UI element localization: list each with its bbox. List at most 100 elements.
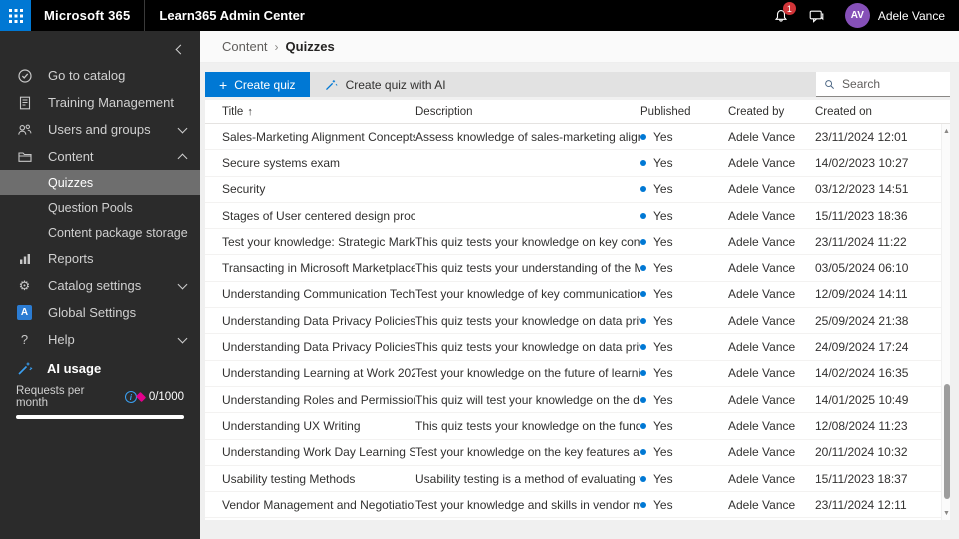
breadcrumb-content[interactable]: Content [222,39,268,54]
table-row[interactable]: Sales-Marketing Alignment Concepts Asses… [205,124,941,151]
created-on: 25/09/2024 21:38 [815,313,909,328]
created-by: Adele Vance [728,208,796,223]
published-status: Yes [640,287,728,301]
sidebar-item-help[interactable]: ? Help [0,326,200,353]
created-by: Adele Vance [728,445,796,460]
quiz-title: Sales-Marketing Alignment Concepts [222,129,415,144]
folder-icon [16,148,33,165]
published-status: Yes [640,182,728,196]
chat-icon [809,10,824,23]
created-by: Adele Vance [728,129,796,144]
created-by: Adele Vance [728,182,796,197]
column-header-created-on[interactable]: Created on [815,106,950,118]
chevron-down-icon [177,279,188,289]
quiz-description: This quiz tests your knowledge on data p… [415,340,640,355]
sidebar-item-question-pools[interactable]: Question Pools [0,195,200,220]
published-dot-icon [640,159,646,166]
published-status: Yes [640,235,728,249]
magic-wand-icon [16,360,33,377]
sidebar-item-users-and-groups[interactable]: Users and groups [0,116,200,143]
table-row[interactable]: Understanding Communication Techniques T… [205,282,941,309]
quiz-title: Stages of User centered design process [222,208,415,223]
app-launcher-button[interactable] [0,0,31,31]
published-status: Yes [640,498,728,512]
quiz-description: Test your knowledge of key communication… [415,287,640,302]
published-dot-icon [640,133,646,140]
table-row[interactable]: Secure systems exam Yes Adele Vance 14/0… [205,150,941,177]
table-row[interactable]: Vendor Management and Negotiation Skil..… [205,492,941,519]
feedback-button[interactable] [799,0,835,31]
published-status: Yes [640,340,728,354]
published-dot-icon [640,370,646,377]
created-on: 23/11/2024 12:11 [815,497,907,512]
create-quiz-with-ai-button[interactable]: Create quiz with AI [310,72,460,97]
published-dot-icon [640,422,646,429]
column-header-description[interactable]: Description [415,106,640,118]
quiz-title: Understanding Roles and Permissions in P… [222,392,415,407]
published-dot-icon [640,291,646,298]
table-header: Title ↑ Description Published Created by … [205,100,950,124]
sidebar-nav: Go to catalog Training Management Users … [0,31,200,539]
vertical-scrollbar[interactable]: ▲ ▼ [941,124,950,520]
created-on: 12/09/2024 14:11 [815,287,908,302]
created-on: 24/09/2024 17:24 [815,340,909,355]
created-on: 12/08/2024 11:23 [815,418,908,433]
quiz-title: Test your knowledge: Strategic Marketing… [222,234,415,249]
sidebar-item-catalog-settings[interactable]: ⚙ Catalog settings [0,272,200,299]
table-row[interactable]: Security Yes Adele Vance 03/12/2023 14:5… [205,177,941,203]
quiz-description: This quiz tests your knowledge on the fu… [415,418,640,433]
account-menu[interactable]: AV Adele Vance [835,3,959,28]
sidebar-item-content-package-storage[interactable]: Content package storage [0,220,200,245]
sidebar-item-training-management[interactable]: Training Management [0,89,200,116]
published-status: Yes [640,445,728,459]
usage-progress-bar [16,415,184,419]
column-header-title[interactable]: Title ↑ [205,106,415,118]
table-body: Sales-Marketing Alignment Concepts Asses… [205,124,941,520]
search-box[interactable] [816,72,950,97]
create-quiz-button[interactable]: + Create quiz [205,72,310,97]
scroll-down-arrow-icon[interactable]: ▼ [942,508,950,518]
scrollbar-thumb[interactable] [943,384,950,499]
created-by: Adele Vance [728,313,796,328]
table-row[interactable]: Understanding Data Privacy Policies and … [205,334,941,361]
table-row[interactable]: Transacting in Microsoft Marketplace Qui… [205,255,941,282]
created-on: 03/12/2023 14:51 [815,182,909,197]
table-row[interactable]: Understanding UX Writing This quiz tests… [205,413,941,440]
table-row[interactable]: Understanding Learning at Work 2023 Test… [205,361,941,387]
search-input[interactable] [842,77,942,91]
sidebar-item-reports[interactable]: Reports [0,245,200,272]
quiz-description: This quiz tests your knowledge on data p… [415,313,640,328]
table-row[interactable]: Usability testing Methods Usability test… [205,466,941,493]
published-status: Yes [640,472,728,486]
table-row[interactable]: Understanding Work Day Learning Solution… [205,440,941,466]
user-name: Adele Vance [877,8,945,23]
published-dot-icon [640,265,646,272]
quizzes-table: Title ↑ Description Published Created by … [205,100,950,520]
product-name[interactable]: Microsoft 365 [44,8,130,23]
info-icon[interactable]: i [124,391,137,403]
sidebar-item-content[interactable]: Content [0,143,200,170]
table-row[interactable]: Stages of User centered design process Y… [205,203,941,230]
sidebar-item-global-settings[interactable]: A Global Settings [0,299,200,326]
published-status: Yes [640,314,728,328]
avatar[interactable]: AV [844,3,870,28]
command-bar: + Create quiz Create quiz with AI [205,72,950,97]
table-row[interactable]: Test your knowledge: Strategic Marketing… [205,229,941,256]
table-row[interactable]: Understanding Data Privacy Policies This… [205,308,941,335]
table-row[interactable]: Understanding Roles and Permissions in P… [205,387,941,414]
sidebar-collapse-button[interactable] [0,36,200,62]
column-header-published[interactable]: Published [640,106,728,118]
column-header-created-by[interactable]: Created by [728,106,815,118]
published-status: Yes [640,393,728,407]
chevron-left-icon [175,44,186,54]
quiz-title: Understanding Learning at Work 2023 [222,366,415,381]
sidebar-item-quizzes[interactable]: Quizzes [0,170,200,195]
created-on: 14/01/2025 10:49 [815,392,909,407]
notifications-button[interactable]: 1 [763,0,799,31]
published-status: Yes [640,261,728,275]
sidebar-item-go-to-catalog[interactable]: Go to catalog [0,62,200,89]
scroll-up-arrow-icon[interactable]: ▲ [942,126,950,136]
published-dot-icon [640,475,646,482]
quiz-title: Understanding UX Writing [222,418,361,433]
admin-center-title[interactable]: Learn365 Admin Center [159,8,304,23]
